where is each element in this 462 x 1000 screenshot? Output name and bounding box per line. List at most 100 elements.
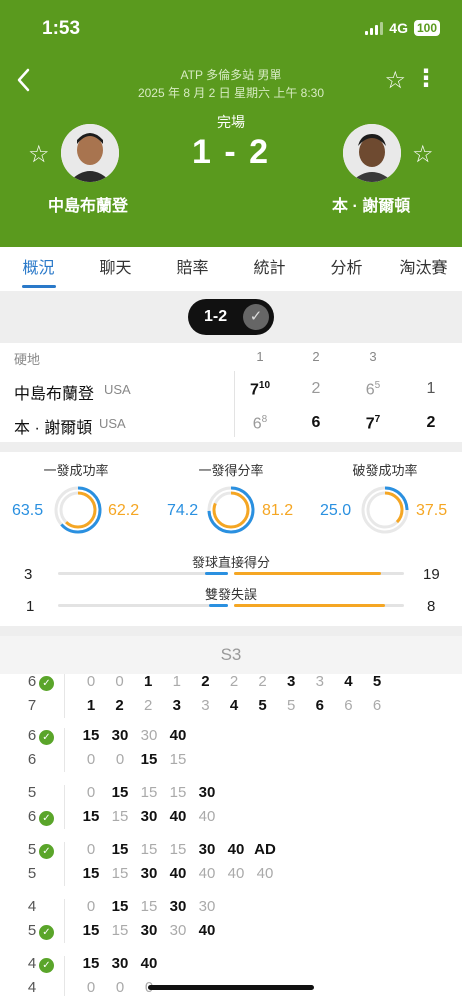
bar-home-fill: [209, 604, 228, 607]
stat-ring: [54, 486, 102, 534]
row-player-name: 本 · 謝爾頓: [14, 420, 93, 437]
serve-tick-icon: ✓: [39, 676, 54, 691]
tab-stats[interactable]: 統計: [231, 247, 308, 291]
tab-odds[interactable]: 賠率: [154, 247, 231, 291]
set-header-3: 3: [369, 349, 377, 364]
stat-title: 一發得分率: [198, 463, 264, 478]
section-divider: [0, 626, 462, 636]
point-score: 6: [344, 697, 353, 714]
point-row: 6 ✓ 15 15 30 40 40: [0, 808, 462, 832]
point-score: 15: [82, 955, 100, 972]
game-score: 5: [27, 784, 37, 801]
point-score: 15: [111, 784, 129, 801]
point-score: 5: [287, 697, 296, 714]
point-score: 5: [258, 697, 267, 714]
serve-tick-icon: ✓: [39, 958, 54, 973]
stat-title: 破發成功率: [352, 463, 418, 478]
point-score: 15: [82, 727, 100, 744]
tab-chat[interactable]: 聊天: [77, 247, 154, 291]
set-games: 2: [311, 380, 321, 397]
set-label[interactable]: S3: [0, 636, 462, 674]
point-score: 40: [256, 865, 274, 882]
away-player-avatar[interactable]: [343, 124, 401, 182]
point-score: 1: [144, 673, 153, 690]
point-score: 15: [169, 751, 187, 768]
game-score: 6: [27, 673, 37, 690]
point-score: 2: [201, 673, 210, 690]
signal-icon: [365, 21, 384, 35]
set-score-label: 1-2: [204, 308, 228, 325]
point-score: 15: [82, 865, 100, 882]
point-row: 6 ✓ 0 0 1 1 2 2 2 3 3 4 5: [0, 673, 462, 697]
tab-overview[interactable]: 概況: [0, 247, 77, 291]
point-score: 3: [287, 673, 296, 690]
point-row: 6 0 0 15 15: [0, 751, 462, 775]
serve-tick-icon: ✓: [39, 844, 54, 859]
point-row: 5 15 15 30 40 40 40 40: [0, 865, 462, 889]
point-score: 1: [86, 697, 96, 714]
row-divider: [64, 728, 65, 772]
stat-away-value: 37.5: [416, 502, 448, 519]
point-score: 6: [315, 697, 324, 714]
point-score: 5: [372, 673, 382, 690]
favorite-home-star-icon[interactable]: ☆: [28, 140, 50, 169]
stat-title: 一發成功率: [43, 463, 109, 478]
match-status: 完場: [217, 114, 245, 130]
scoreboard-row-away: 本 · 謝爾頓 USA 68 6 77 2: [0, 406, 462, 442]
point-score: 6: [372, 697, 382, 714]
point-score: 3: [315, 673, 324, 690]
bar-away-value: 19: [423, 566, 440, 583]
point-row: 5 ✓ 0 15 15 15 30 40 AD: [0, 841, 462, 865]
point-score: 0: [86, 784, 96, 801]
point-row: 4 ✓ 15 30 40: [0, 955, 462, 979]
favorite-away-star-icon[interactable]: ☆: [412, 140, 434, 169]
bar-home-value: 1: [26, 598, 35, 615]
point-score: 0: [86, 979, 96, 996]
tab-analysis[interactable]: 分析: [308, 247, 385, 291]
stat-home-value: 74.2: [167, 502, 199, 519]
row-divider: [64, 899, 65, 943]
serve-tick-icon: ✓: [39, 925, 54, 940]
away-player-name[interactable]: 本 · 謝爾頓: [332, 192, 410, 216]
league-label: ATP 多倫多站 男單: [180, 68, 282, 82]
point-score: 30: [140, 727, 158, 744]
row-country: USA: [99, 416, 126, 431]
match-header: 1:53 4G 100 ☆ ⋮ ATP 多倫多站 男單 2025 年 8 月 2…: [0, 0, 462, 247]
sets-total: 2: [426, 414, 436, 431]
set-header-2: 2: [312, 349, 320, 364]
battery-icon: 100: [413, 20, 440, 36]
point-score: 30: [140, 808, 158, 825]
point-row: 4 0 15 15 30 30: [0, 898, 462, 922]
point-score: 0: [115, 979, 125, 996]
point-score: 40: [227, 841, 245, 858]
point-score: 40: [198, 808, 216, 825]
point-score: 40: [169, 727, 187, 744]
status-time: 1:53: [42, 18, 81, 39]
point-score: 15: [111, 898, 129, 915]
stat-home-value: 63.5: [12, 502, 44, 519]
point-score: 15: [169, 784, 187, 801]
home-player-name[interactable]: 中島布蘭登: [48, 192, 128, 216]
bar-away-value: 8: [427, 598, 436, 615]
stat-away-value: 62.2: [108, 502, 140, 519]
game-score: 5: [27, 841, 37, 858]
point-score: 15: [82, 808, 100, 825]
point-score: 40: [227, 865, 245, 882]
point-score: 3: [201, 697, 210, 714]
point-score: 2: [229, 673, 239, 690]
tab-bracket[interactable]: 淘汰賽: [385, 247, 462, 291]
row-country: USA: [104, 382, 131, 397]
network-label: 4G: [389, 20, 408, 36]
scoreboard-header: 硬地 1 2 3: [0, 343, 462, 371]
set-score-pill[interactable]: 1-2 ✓: [188, 299, 274, 335]
point-score: 2: [144, 697, 153, 714]
point-score: 4: [344, 673, 353, 690]
point-score: 0: [115, 751, 125, 768]
point-score: 0: [86, 841, 96, 858]
set-games: 65: [365, 380, 381, 399]
set-header-1: 1: [256, 349, 264, 364]
point-score: 15: [111, 841, 129, 858]
home-player-avatar[interactable]: [61, 124, 119, 182]
stat-ring: [361, 486, 409, 534]
bar-away-fill: [234, 604, 385, 607]
